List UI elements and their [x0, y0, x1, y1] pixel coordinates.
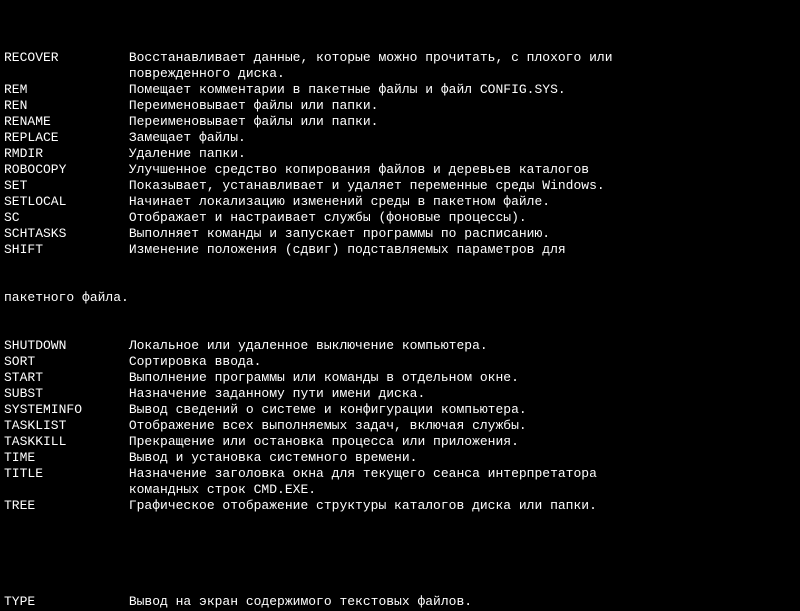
terminal-output: RECOVERВосстанавливает данные, которые м… [0, 0, 800, 611]
command-row: TASKKILLПрекращение или остановка процес… [4, 434, 796, 450]
command-description: Выполняет команды и запускает программы … [129, 226, 796, 242]
command-row: SHIFTИзменение положения (сдвиг) подстав… [4, 242, 796, 258]
command-row: SYSTEMINFOВывод сведений о системе и кон… [4, 402, 796, 418]
command-row: TREEГрафическое отображение структуры ка… [4, 498, 796, 514]
command-row: STARTВыполнение программы или команды в … [4, 370, 796, 386]
command-description: Изменение положения (сдвиг) подставляемы… [129, 242, 796, 258]
command-name: TYPE [4, 594, 129, 610]
command-row: REMПомещает комментарии в пакетные файлы… [4, 82, 796, 98]
command-name: ROBOCOPY [4, 162, 129, 178]
command-description: Переименовывает файлы или папки. [129, 114, 796, 130]
command-description: Улучшенное средство копирования файлов и… [129, 162, 796, 178]
command-name: SHIFT [4, 242, 129, 258]
command-name: TIME [4, 450, 129, 466]
command-description: Назначение заданному пути имени диска. [129, 386, 796, 402]
command-name: SORT [4, 354, 129, 370]
command-name: REM [4, 82, 129, 98]
command-name: SHUTDOWN [4, 338, 129, 354]
command-description: Вывод сведений о системе и конфигурации … [129, 402, 796, 418]
command-row: SETПоказывает, устанавливает и удаляет п… [4, 178, 796, 194]
command-description: Помещает комментарии в пакетные файлы и … [129, 82, 796, 98]
command-name: SYSTEMINFO [4, 402, 129, 418]
command-description: Переименовывает файлы или папки. [129, 98, 796, 114]
command-row: SETLOCALНачинает локализацию изменений с… [4, 194, 796, 210]
command-description: Вывод на экран содержимого текстовых фай… [129, 594, 796, 610]
command-row: TYPEВывод на экран содержимого текстовых… [4, 594, 796, 610]
command-name: SC [4, 210, 129, 226]
command-name: TASKKILL [4, 434, 129, 450]
command-description: Выполнение программы или команды в отдел… [129, 370, 796, 386]
command-name: RENAME [4, 114, 129, 130]
command-row: REPLACEЗамещает файлы. [4, 130, 796, 146]
command-name: REN [4, 98, 129, 114]
command-row: RENAMEПереименовывает файлы или папки. [4, 114, 796, 130]
blank-line [4, 546, 796, 562]
command-name: REPLACE [4, 130, 129, 146]
command-name: SETLOCAL [4, 194, 129, 210]
command-name: SET [4, 178, 129, 194]
command-name: TITLE [4, 466, 129, 482]
command-row: SCОтображает и настраивает службы (фонов… [4, 210, 796, 226]
command-row: SUBSTНазначение заданному пути имени дис… [4, 386, 796, 402]
command-name: TASKLIST [4, 418, 129, 434]
command-name: RECOVER [4, 50, 129, 66]
command-description: Восстанавливает данные, которые можно пр… [129, 50, 796, 82]
command-name: SUBST [4, 386, 129, 402]
shift-wrap-line: пакетного файла. [4, 290, 796, 306]
command-row: RENПереименовывает файлы или папки. [4, 98, 796, 114]
command-description: Вывод и установка системного времени. [129, 450, 796, 466]
command-description: Прекращение или остановка процесса или п… [129, 434, 796, 450]
command-row: SORTСортировка ввода. [4, 354, 796, 370]
command-description: Графическое отображение структуры катало… [129, 498, 796, 514]
command-name: SCHTASKS [4, 226, 129, 242]
command-row: ROBOCOPYУлучшенное средство копирования … [4, 162, 796, 178]
command-description: Удаление папки. [129, 146, 796, 162]
command-description: Локальное или удаленное выключение компь… [129, 338, 796, 354]
command-description: Показывает, устанавливает и удаляет пере… [129, 178, 796, 194]
command-row: RECOVERВосстанавливает данные, которые м… [4, 50, 796, 82]
command-row: TIMEВывод и установка системного времени… [4, 450, 796, 466]
command-row: RMDIRУдаление папки. [4, 146, 796, 162]
command-description: Сортировка ввода. [129, 354, 796, 370]
command-description: Отображение всех выполняемых задач, вклю… [129, 418, 796, 434]
command-description: Начинает локализацию изменений среды в п… [129, 194, 796, 210]
command-description: Отображает и настраивает службы (фоновые… [129, 210, 796, 226]
command-name: START [4, 370, 129, 386]
command-row: SHUTDOWNЛокальное или удаленное выключен… [4, 338, 796, 354]
command-description: Замещает файлы. [129, 130, 796, 146]
command-row: TITLEНазначение заголовка окна для текущ… [4, 466, 796, 498]
command-name: RMDIR [4, 146, 129, 162]
command-name: TREE [4, 498, 129, 514]
command-row: SCHTASKSВыполняет команды и запускает пр… [4, 226, 796, 242]
command-description: Назначение заголовка окна для текущего с… [129, 466, 796, 498]
command-row: TASKLISTОтображение всех выполняемых зад… [4, 418, 796, 434]
